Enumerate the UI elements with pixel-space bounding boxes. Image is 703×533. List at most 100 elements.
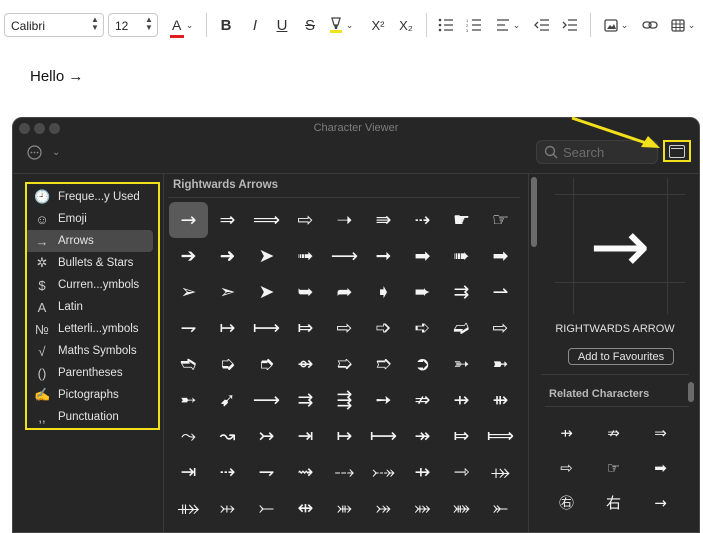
character-cell[interactable]: ➦ (325, 274, 364, 310)
character-cell[interactable]: ⟶ (325, 238, 364, 274)
character-cell[interactable]: ➨ (403, 274, 442, 310)
character-cell[interactable]: ⇉ (442, 274, 481, 310)
character-cell[interactable]: ⇥ (169, 454, 208, 490)
action-menu-button[interactable]: ⌄ (27, 145, 60, 160)
detail-scrollbar[interactable] (686, 382, 696, 532)
character-cell[interactable]: → (169, 202, 208, 238)
character-cell[interactable]: ➣ (208, 274, 247, 310)
character-cell[interactable]: ➸ (169, 382, 208, 418)
character-cell[interactable]: ☛ (442, 202, 481, 238)
character-cell[interactable]: ⟼ (247, 310, 286, 346)
scroll-thumb[interactable] (688, 382, 694, 402)
character-cell[interactable]: ⤚ (247, 490, 286, 526)
bullet-list-button[interactable] (436, 11, 456, 39)
character-cell[interactable]: ⤜ (481, 490, 520, 526)
character-cell[interactable]: ⟾ (481, 418, 520, 454)
character-cell[interactable]: ➧ (364, 274, 403, 310)
character-cell[interactable]: ➟ (286, 238, 325, 274)
italic-button[interactable]: I (245, 11, 265, 39)
character-cell[interactable]: ⤖ (364, 490, 403, 526)
character-cell[interactable]: ➠ (442, 238, 481, 274)
document-text[interactable]: Hello → (30, 68, 83, 85)
character-cell[interactable]: ➩ (364, 310, 403, 346)
character-cell[interactable]: ⤔ (208, 490, 247, 526)
character-cell[interactable]: ⇉ (286, 382, 325, 418)
character-cell[interactable]: ⇶ (325, 382, 364, 418)
character-cell[interactable]: ⤀ (481, 454, 520, 490)
character-cell[interactable]: ⇀ (481, 274, 520, 310)
character-cell[interactable]: ➤ (247, 274, 286, 310)
related-character-cell[interactable]: ☞ (590, 450, 637, 485)
character-cell[interactable]: ⤕ (325, 490, 364, 526)
subscript-button[interactable]: X₂ (395, 11, 417, 39)
character-cell[interactable]: ↠ (403, 418, 442, 454)
character-cell[interactable]: ⇁ (247, 454, 286, 490)
related-character-cell[interactable]: ⇏ (590, 415, 637, 450)
character-cell[interactable]: ⇢ (403, 202, 442, 238)
character-cell[interactable]: ➞ (364, 238, 403, 274)
character-cell[interactable]: ⟹ (247, 202, 286, 238)
character-cell[interactable]: ⇻ (481, 382, 520, 418)
character-cell[interactable]: ⤁ (169, 490, 208, 526)
character-cell[interactable]: ↣ (247, 418, 286, 454)
character-cell[interactable]: ⇥ (286, 418, 325, 454)
character-cell[interactable]: ➼ (481, 346, 520, 382)
character-cell[interactable]: ⇝ (286, 454, 325, 490)
character-cell[interactable]: ↦ (208, 310, 247, 346)
related-character-cell[interactable]: ⇒ (637, 415, 684, 450)
character-cell[interactable]: ⤏ (325, 454, 364, 490)
character-cell[interactable]: ➢ (169, 274, 208, 310)
character-cell[interactable]: ➯ (325, 346, 364, 382)
character-cell[interactable]: ⇸ (442, 382, 481, 418)
character-cell[interactable]: ⟶ (247, 382, 286, 418)
insert-table-button[interactable]: ⌄ (668, 11, 698, 39)
character-cell[interactable]: ⇁ (169, 310, 208, 346)
insert-image-button[interactable]: ⌄ (600, 11, 632, 39)
related-character-cell[interactable]: ⇸ (543, 415, 590, 450)
character-cell[interactable]: ⟼ (364, 418, 403, 454)
character-cell[interactable]: ↝ (208, 418, 247, 454)
character-cell[interactable]: ➲ (403, 346, 442, 382)
bold-button[interactable]: B (216, 11, 236, 39)
character-cell[interactable]: ➪ (403, 310, 442, 346)
related-character-cell[interactable]: → (637, 485, 684, 520)
font-size-select[interactable]: 12 ▲ ▼ (108, 13, 158, 37)
character-cell[interactable]: ⤇ (442, 418, 481, 454)
character-cell[interactable]: ⤘ (442, 490, 481, 526)
character-cell[interactable]: ➡ (403, 238, 442, 274)
character-cell[interactable]: ⇨ (325, 310, 364, 346)
character-cell[interactable]: ➭ (208, 346, 247, 382)
strikethrough-button[interactable]: S (300, 11, 320, 39)
character-cell[interactable]: ⇒ (208, 202, 247, 238)
character-cell[interactable]: ↦ (325, 418, 364, 454)
character-cell[interactable]: ⇏ (403, 382, 442, 418)
character-cell[interactable]: ⤐ (364, 454, 403, 490)
character-cell[interactable]: ➥ (286, 274, 325, 310)
character-cell[interactable]: ⇛ (364, 202, 403, 238)
character-cell[interactable]: ➔ (169, 238, 208, 274)
character-cell[interactable]: ➤ (247, 238, 286, 274)
superscript-button[interactable]: X² (368, 11, 388, 39)
indent-button[interactable] (560, 11, 580, 39)
character-cell[interactable]: ➹ (208, 382, 247, 418)
grid-scrollbar[interactable] (528, 174, 540, 532)
character-cell[interactable]: ➮ (247, 346, 286, 382)
highlight-button[interactable]: ⌄ (326, 11, 356, 39)
character-cell[interactable]: ➳ (442, 346, 481, 382)
character-cell[interactable]: ⇨ (286, 202, 325, 238)
scroll-thumb[interactable] (531, 177, 537, 247)
text-color-button[interactable]: A ⌄ (166, 11, 198, 39)
character-cell[interactable]: ⇴ (286, 346, 325, 382)
related-character-cell[interactable]: 右 (590, 485, 637, 520)
character-cell[interactable]: ⇸ (403, 454, 442, 490)
outdent-button[interactable] (532, 11, 552, 39)
align-button[interactable]: ⌄ (492, 11, 524, 39)
character-cell[interactable]: ⤗ (403, 490, 442, 526)
numbered-list-button[interactable]: 123 (464, 11, 484, 39)
character-cell[interactable]: ➝ (325, 202, 364, 238)
search-field[interactable]: Search (536, 140, 658, 164)
underline-button[interactable]: U (272, 11, 292, 39)
character-cell[interactable]: ⇹ (286, 490, 325, 526)
character-cell[interactable]: ➙ (364, 382, 403, 418)
character-cell[interactable]: ➡ (481, 238, 520, 274)
